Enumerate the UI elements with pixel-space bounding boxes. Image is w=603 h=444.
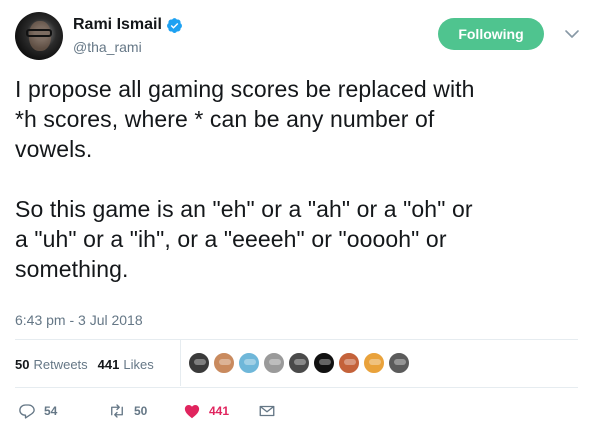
divider	[15, 339, 578, 340]
liker-avatar[interactable]	[238, 352, 260, 374]
retweet-count: 50	[134, 404, 148, 418]
tweet-timestamp[interactable]: 6:43 pm - 3 Jul 2018	[15, 312, 143, 328]
retweets-stat[interactable]: 50 Retweets	[15, 357, 88, 372]
liker-avatar[interactable]	[338, 352, 360, 374]
likes-stat[interactable]: 441 Likes	[98, 357, 154, 372]
reply-action[interactable]: 54	[18, 402, 57, 420]
liker-avatar[interactable]	[363, 352, 385, 374]
tweet-text: I propose all gaming scores be replaced …	[15, 76, 475, 282]
divider	[15, 387, 578, 388]
author-handle[interactable]: @tha_rami	[73, 39, 142, 55]
liker-avatar[interactable]	[188, 352, 210, 374]
likes-count: 441	[97, 356, 120, 372]
author-name[interactable]: Rami Ismail	[73, 16, 162, 34]
retweet-action[interactable]: 50	[108, 402, 147, 420]
like-action[interactable]: 441	[183, 402, 229, 420]
reply-icon	[19, 404, 35, 419]
tweet-header: Rami Ismail @tha_rami Following	[15, 12, 588, 62]
liker-avatar[interactable]	[288, 352, 310, 374]
stats-separator	[180, 340, 181, 386]
liker-avatars	[188, 352, 413, 374]
likes-label: Likes	[123, 356, 154, 372]
author-avatar[interactable]	[15, 12, 63, 60]
liker-avatar[interactable]	[263, 352, 285, 374]
retweet-icon	[111, 404, 123, 418]
tweet-actions: 54 50 441	[18, 402, 318, 420]
tweet-stats: 50 Retweets 441 Likes	[15, 350, 164, 378]
following-button[interactable]: Following	[438, 18, 544, 50]
retweets-label: Retweets	[33, 356, 88, 372]
verified-badge-icon	[166, 17, 182, 33]
liker-avatar[interactable]	[388, 352, 410, 374]
direct-message-action[interactable]	[258, 402, 284, 420]
heart-icon	[184, 405, 200, 419]
chevron-down-icon[interactable]	[564, 26, 580, 42]
like-count: 441	[209, 404, 230, 418]
author-name-row: Rami Ismail	[73, 16, 183, 34]
retweets-count: 50	[15, 356, 30, 372]
liker-avatar[interactable]	[313, 352, 335, 374]
envelope-icon	[259, 405, 275, 417]
liker-avatar[interactable]	[213, 352, 235, 374]
reply-count: 54	[44, 404, 58, 418]
